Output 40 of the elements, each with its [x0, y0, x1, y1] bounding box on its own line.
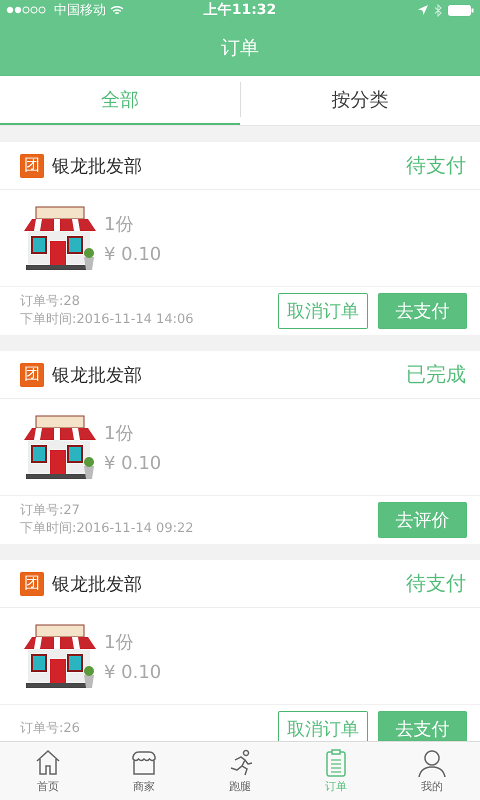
order-tab[interactable]: 按分类: [240, 76, 480, 125]
item-quantity: 1份: [104, 212, 134, 236]
action-button[interactable]: 去评价: [378, 502, 467, 538]
tab-bar-item[interactable]: 跑腿: [192, 742, 288, 800]
item-quantity: 1份: [104, 630, 134, 654]
item-price: ¥ 0.10: [104, 244, 162, 264]
tab-bar-item[interactable]: 商家: [96, 742, 192, 800]
bluetooth-icon: [434, 4, 442, 16]
shop-name: 银龙批发部: [52, 364, 143, 386]
wifi-icon: [110, 4, 124, 16]
clock-time: 上午11:32: [204, 1, 276, 19]
person-icon: [417, 748, 447, 778]
group-buy-badge: 团: [20, 154, 44, 178]
action-button[interactable]: 去支付: [378, 293, 467, 329]
order-time: 下单时间:2016-11-14 09:22: [20, 520, 195, 538]
cancel-order-button[interactable]: 取消订单: [278, 711, 368, 741]
tab-bar-item[interactable]: 我的: [384, 742, 480, 800]
battery-icon: [448, 4, 474, 16]
group-buy-badge: 团: [20, 362, 44, 386]
order-time: 下单时间:2016-11-14 14:06: [20, 311, 195, 329]
order-number: 订单号:27: [20, 502, 81, 520]
location-arrow-icon: [418, 5, 428, 15]
shop-name: 银龙批发部: [52, 154, 143, 178]
carrier-name: 中国移动: [54, 2, 106, 19]
tab-bar-item[interactable]: 首页: [0, 742, 96, 800]
order-status: 待支付: [406, 570, 466, 597]
shop-name: 银龙批发部: [52, 572, 143, 596]
item-price: ¥ 0.10: [104, 662, 162, 682]
order-status: 已完成: [406, 361, 466, 388]
page-title: 订单: [220, 36, 260, 61]
order-tab[interactable]: 全部: [0, 76, 240, 125]
item-quantity: 1份: [104, 422, 134, 444]
order-number: 订单号:28: [20, 293, 81, 311]
cancel-order-button[interactable]: 取消订单: [278, 293, 368, 329]
tab-bar-item[interactable]: 订单: [288, 742, 384, 800]
action-button[interactable]: 去支付: [378, 711, 467, 741]
order-status: 待支付: [406, 152, 466, 179]
item-price: ¥ 0.10: [104, 452, 162, 474]
group-buy-badge: 团: [20, 572, 44, 596]
order-number: 订单号:26: [20, 720, 81, 738]
